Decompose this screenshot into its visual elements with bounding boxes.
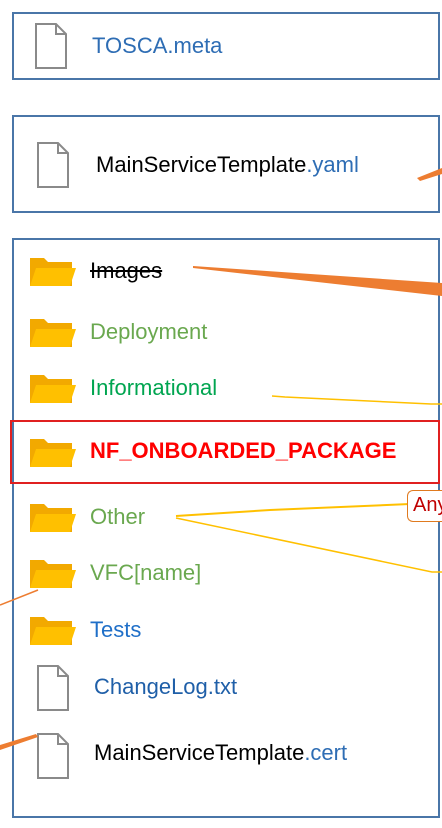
informational-connector	[271, 395, 442, 405]
other-connector-1	[175, 503, 411, 517]
images-callout-arrow	[193, 266, 442, 296]
yaml-callout-arrow	[417, 168, 442, 181]
other-callout-text: Any u	[413, 494, 442, 516]
other-callout: Any u	[407, 490, 442, 522]
cert-callout-arrow	[0, 734, 38, 750]
vfc-connector	[0, 589, 39, 606]
other-connector-2	[175, 517, 442, 573]
connector-overlay	[0, 168, 442, 750]
